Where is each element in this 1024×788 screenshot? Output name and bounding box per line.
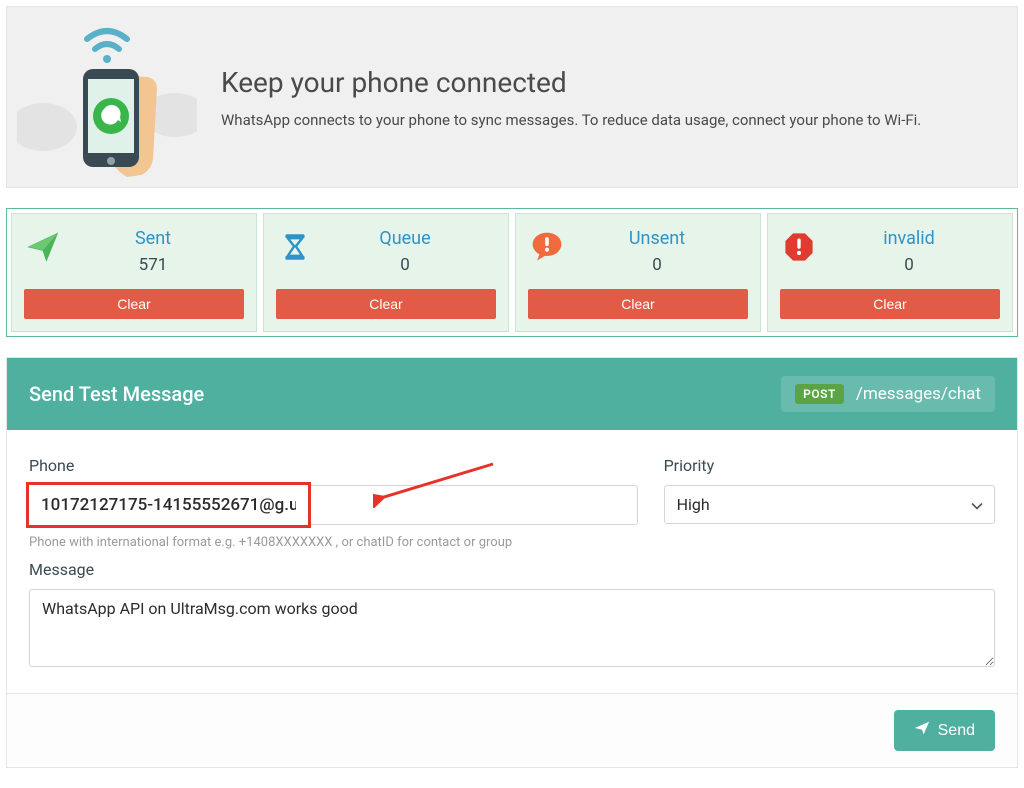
stat-title: Sent [62,228,244,249]
phone-highlight-box [26,482,311,528]
connection-banner: Keep your phone connected WhatsApp conne… [6,6,1018,188]
stats-row: Sent 571 Clear Queue 0 Clear Unsent 0 [6,208,1018,337]
phone-help-text: Phone with international format e.g. +14… [29,535,995,550]
clear-button-sent[interactable]: Clear [24,289,244,319]
stat-card-unsent: Unsent 0 Clear [515,213,761,332]
stat-card-queue: Queue 0 Clear [263,213,509,332]
stat-value: 0 [818,255,1000,275]
stat-value: 571 [62,255,244,275]
clear-button-invalid[interactable]: Clear [780,289,1000,319]
http-method-badge: POST [795,384,844,404]
endpoint-badge: POST /messages/chat [781,376,995,412]
message-label: Message [29,560,995,579]
message-textarea[interactable]: WhatsApp API on UltraMsg.com works good [29,589,995,667]
alert-bubble-icon [528,228,566,266]
stat-title: Unsent [566,228,748,249]
paper-plane-icon [914,720,930,741]
endpoint-path: /messages/chat [856,384,981,404]
stat-card-invalid: invalid 0 Clear [767,213,1013,332]
clear-button-unsent[interactable]: Clear [528,289,748,319]
hourglass-icon [276,228,314,266]
stat-card-sent: Sent 571 Clear [11,213,257,332]
phone-illustration [17,17,197,177]
banner-text: Keep your phone connected WhatsApp conne… [221,66,921,129]
stop-alert-icon [780,228,818,266]
banner-subtitle: WhatsApp connects to your phone to sync … [221,111,921,129]
panel-body: Phone Priority High [7,430,1017,693]
paper-plane-icon [24,228,62,266]
panel-footer: Send [7,693,1017,767]
phone-input-wrap [29,485,638,525]
priority-label: Priority [664,456,995,475]
stat-title: Queue [314,228,496,249]
send-button-label: Send [938,722,975,740]
priority-select[interactable]: High [664,485,995,524]
stat-value: 0 [566,255,748,275]
phone-label: Phone [29,456,638,475]
panel-title: Send Test Message [29,382,204,406]
phone-input[interactable] [29,486,308,524]
banner-title: Keep your phone connected [221,66,921,99]
send-test-message-panel: Send Test Message POST /messages/chat Ph… [6,357,1018,768]
panel-header: Send Test Message POST /messages/chat [7,358,1017,430]
send-button[interactable]: Send [894,710,995,751]
clear-button-queue[interactable]: Clear [276,289,496,319]
stat-value: 0 [314,255,496,275]
stat-title: invalid [818,228,1000,249]
